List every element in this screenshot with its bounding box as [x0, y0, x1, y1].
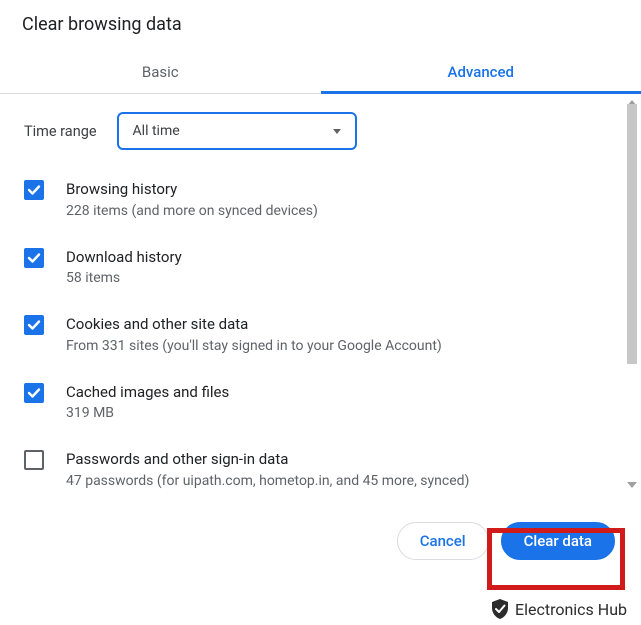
checkbox[interactable]	[24, 383, 44, 403]
item-subtitle: 58 items	[66, 268, 182, 289]
tabs: Basic Advanced	[0, 53, 641, 94]
item-subtitle: 319 MB	[66, 403, 229, 424]
dialog-title: Clear browsing data	[0, 0, 641, 53]
item-text: Cookies and other site dataFrom 331 site…	[66, 313, 442, 357]
checkbox[interactable]	[24, 248, 44, 268]
tab-advanced[interactable]: Advanced	[321, 53, 641, 93]
item-text: Browsing history228 items (and more on s…	[66, 178, 318, 222]
checkbox[interactable]	[24, 450, 44, 470]
list-item: Cached images and files319 MB	[24, 381, 617, 425]
item-text: Cached images and files319 MB	[66, 381, 229, 425]
time-range-label: Time range	[24, 123, 97, 140]
shield-icon	[491, 599, 509, 619]
list-item: Cookies and other site dataFrom 331 site…	[24, 313, 617, 357]
list-item: Passwords and other sign-in data47 passw…	[24, 448, 617, 492]
cancel-button[interactable]: Cancel	[397, 522, 489, 560]
time-range-row: Time range All time	[24, 112, 617, 150]
time-range-value: All time	[133, 123, 180, 139]
chevron-down-icon	[333, 129, 341, 134]
scroll-area: Time range All time Browsing history228 …	[0, 94, 641, 504]
dialog-actions: Cancel Clear data	[0, 504, 641, 560]
item-title: Cached images and files	[66, 381, 229, 404]
list-item: Browsing history228 items (and more on s…	[24, 178, 617, 222]
item-title: Cookies and other site data	[66, 313, 442, 336]
clear-browsing-data-dialog: Clear browsing data Basic Advanced Time …	[0, 0, 641, 560]
clear-data-button[interactable]: Clear data	[501, 522, 615, 560]
list-item: Download history58 items	[24, 246, 617, 290]
item-subtitle: 47 passwords (for uipath.com, hometop.in…	[66, 471, 469, 492]
scrollbar-thumb[interactable]	[627, 104, 637, 364]
checkbox[interactable]	[24, 315, 44, 335]
item-title: Download history	[66, 246, 182, 269]
watermark: Electronics Hub	[491, 599, 627, 619]
checkbox[interactable]	[24, 180, 44, 200]
time-range-select[interactable]: All time	[117, 112, 357, 150]
item-text: Download history58 items	[66, 246, 182, 290]
item-subtitle: From 331 sites (you'll stay signed in to…	[66, 336, 442, 357]
item-title: Browsing history	[66, 178, 318, 201]
content: Time range All time Browsing history228 …	[0, 94, 641, 504]
item-title: Passwords and other sign-in data	[66, 448, 469, 471]
scrollbar[interactable]	[625, 104, 639, 484]
item-subtitle: 228 items (and more on synced devices)	[66, 201, 318, 222]
watermark-text: Electronics Hub	[515, 600, 627, 619]
item-text: Passwords and other sign-in data47 passw…	[66, 448, 469, 492]
scroll-down-icon[interactable]	[625, 478, 639, 492]
tab-basic[interactable]: Basic	[0, 53, 321, 93]
